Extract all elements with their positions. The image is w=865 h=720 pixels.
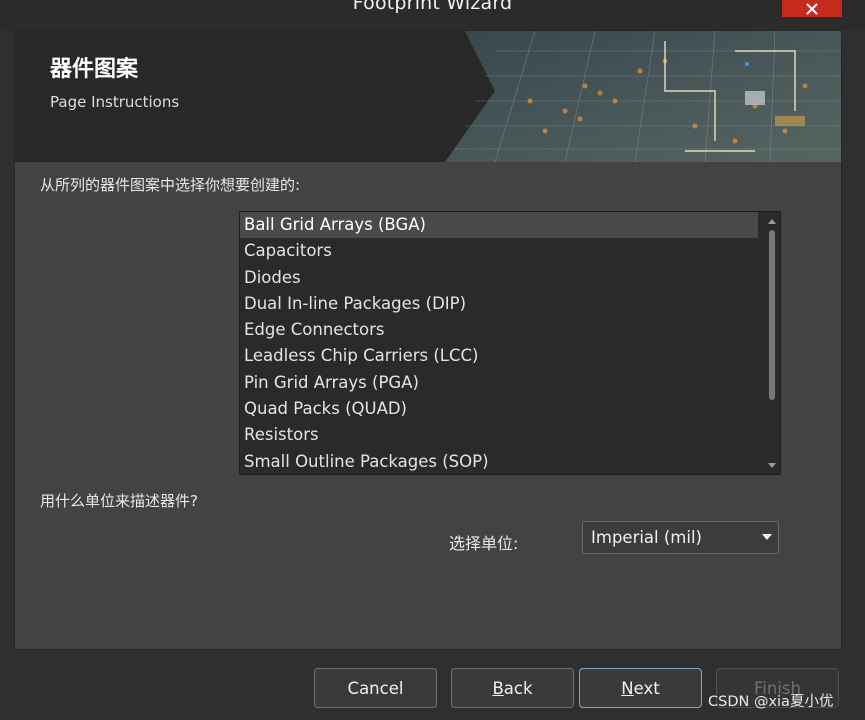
scroll-up-icon [768, 218, 776, 224]
cancel-button-label: Cancel [347, 678, 404, 698]
title-bar: Footprint Wizard [0, 0, 865, 30]
page-instructions: Page Instructions [50, 93, 180, 111]
page-title: 器件图案 [50, 57, 139, 82]
list-item-diodes[interactable]: Diodes [240, 265, 758, 291]
list-item-edge-connectors[interactable]: Edge Connectors [240, 317, 758, 343]
list-scrollbar[interactable] [764, 212, 780, 474]
list-item-lcc[interactable]: Leadless Chip Carriers (LCC) [240, 343, 758, 369]
back-button[interactable]: Back [451, 668, 574, 708]
list-item-pga[interactable]: Pin Grid Arrays (PGA) [240, 370, 758, 396]
back-button-label: Back [492, 678, 533, 698]
list-item-sop[interactable]: Small Outline Packages (SOP) [240, 449, 758, 474]
list-item-bga[interactable]: Ball Grid Arrays (BGA) [240, 212, 758, 239]
close-icon [806, 2, 818, 15]
window-title: Footprint Wizard [352, 0, 513, 14]
units-prompt: 用什么单位来描述器件? [40, 492, 198, 510]
list-item-resistors[interactable]: Resistors [240, 422, 758, 448]
next-button[interactable]: Next [579, 668, 702, 708]
pattern-listbox[interactable]: Ball Grid Arrays (BGA) Capacitors Diodes… [239, 211, 781, 475]
list-item-quad[interactable]: Quad Packs (QUAD) [240, 396, 758, 422]
units-select-value: Imperial (mil) [591, 528, 702, 547]
pattern-prompt: 从所列的器件图案中选择你想要创建的: [40, 176, 301, 194]
units-select[interactable]: Imperial (mil) [582, 521, 779, 554]
next-button-label: Next [621, 678, 660, 698]
watermark: CSDN @xia夏小优 [708, 694, 834, 710]
units-label: 选择单位: [449, 534, 519, 553]
scroll-down-icon [768, 462, 776, 468]
close-button[interactable] [782, 0, 842, 17]
chevron-down-icon [762, 534, 772, 540]
scroll-thumb[interactable] [769, 230, 775, 400]
scroll-up-button[interactable] [764, 214, 780, 228]
list-item-capacitors[interactable]: Capacitors [240, 238, 758, 264]
list-item-dip[interactable]: Dual In-line Packages (DIP) [240, 291, 758, 317]
scroll-down-button[interactable] [764, 458, 780, 472]
pcb-banner-image [445, 31, 841, 162]
wizard-banner: 器件图案 Page Instructions [15, 31, 841, 162]
cancel-button[interactable]: Cancel [314, 668, 437, 708]
